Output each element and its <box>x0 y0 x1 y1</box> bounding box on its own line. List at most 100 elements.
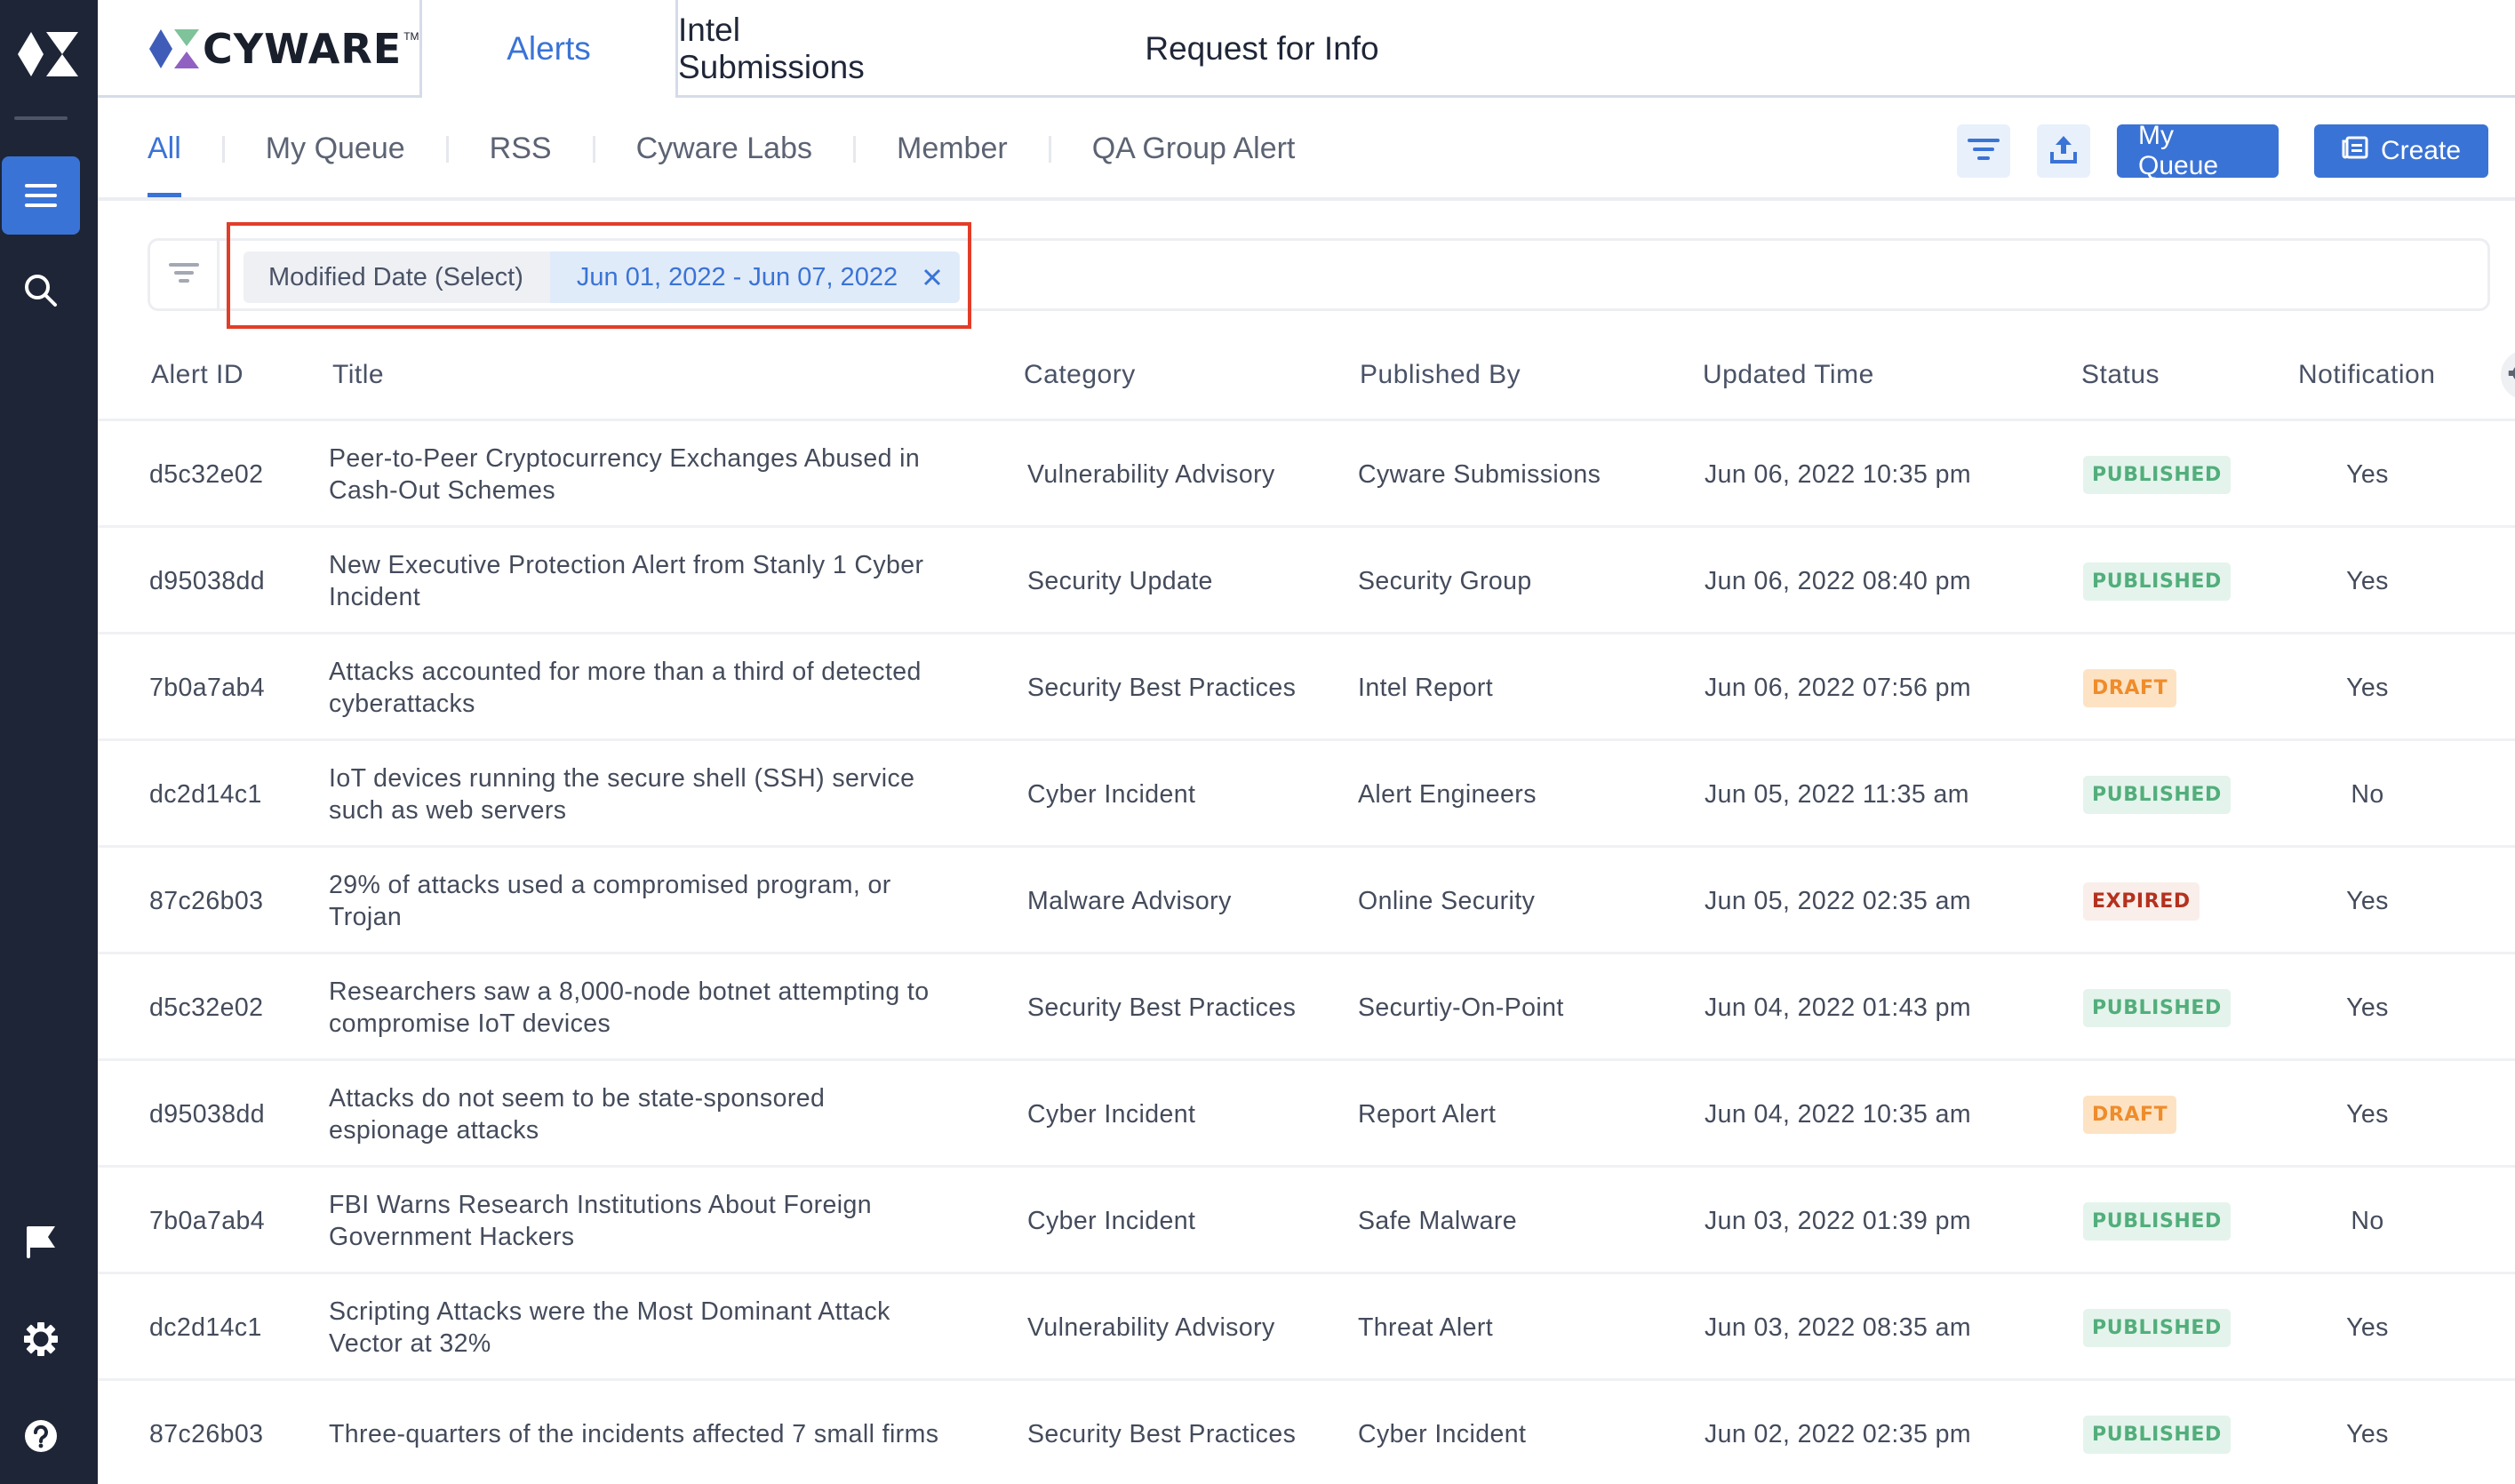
table-row[interactable]: 87c26b03 29% of attacks used a compromis… <box>98 848 2515 954</box>
alert-status: PUBLISHED <box>2083 1168 2231 1274</box>
alert-updated-time: Jun 06, 2022 10:35 pm <box>1705 459 1971 489</box>
table-row[interactable]: d95038dd New Executive Protection Alert … <box>98 528 2515 634</box>
alert-id[interactable]: d5c32e02 <box>149 954 263 1061</box>
alert-notification: Yes <box>2346 1099 2389 1129</box>
alert-id[interactable]: dc2d14c1 <box>149 1274 262 1381</box>
sidebar-item-settings[interactable] <box>2 1300 80 1378</box>
alert-title[interactable]: Scripting Attacks were the Most Dominant… <box>329 1274 951 1381</box>
filter-icon <box>168 261 199 289</box>
sidebar-item-flag[interactable] <box>2 1203 80 1281</box>
subtab-rss[interactable]: RSS <box>490 100 552 197</box>
table-row[interactable]: dc2d14c1 Scripting Attacks were the Most… <box>98 1274 2515 1381</box>
column-header-updated-time[interactable]: Updated Time <box>1703 329 1874 421</box>
sidebar <box>0 0 98 1484</box>
alert-id[interactable]: 7b0a7ab4 <box>149 634 265 741</box>
alert-status: DRAFT <box>2083 1061 2177 1168</box>
alert-title[interactable]: Peer-to-Peer Cryptocurrency Exchanges Ab… <box>329 421 951 528</box>
tab-alerts[interactable]: Alerts <box>422 0 675 100</box>
column-header-category[interactable]: Category <box>1024 329 1136 421</box>
status-badge: PUBLISHED <box>2083 455 2231 494</box>
table-row[interactable]: 7b0a7ab4 Attacks accounted for more than… <box>98 634 2515 741</box>
flag-icon <box>25 1225 57 1260</box>
table-row[interactable]: d5c32e02 Peer-to-Peer Cryptocurrency Exc… <box>98 421 2515 528</box>
alert-status: PUBLISHED <box>2083 1274 2231 1381</box>
cyware-logo-icon[interactable] <box>16 27 82 82</box>
alert-notification: No <box>2351 779 2384 809</box>
filter-chip-value[interactable]: Jun 01, 2022 - Jun 07, 2022 <box>549 251 961 303</box>
close-icon[interactable] <box>922 267 942 287</box>
column-header-title[interactable]: Title <box>332 329 384 421</box>
alert-title[interactable]: 29% of attacks used a compromised progra… <box>329 848 951 954</box>
alert-title[interactable]: New Executive Protection Alert from Stan… <box>329 528 951 634</box>
subtab-member[interactable]: Member <box>897 100 1008 197</box>
create-button[interactable]: Create <box>2314 124 2488 178</box>
status-badge: DRAFT <box>2083 668 2177 707</box>
tab-request-for-info[interactable]: Request for Info <box>1129 0 1395 98</box>
sidebar-item-help[interactable] <box>2 1397 80 1475</box>
alert-id[interactable]: d95038dd <box>149 528 265 634</box>
tab-divider <box>1048 135 1051 163</box>
alert-published-by: Safe Malware <box>1358 1206 1518 1235</box>
alert-id[interactable]: 87c26b03 <box>149 848 263 954</box>
subtab-all[interactable]: All <box>148 100 181 197</box>
alert-updated-time: Jun 05, 2022 11:35 am <box>1705 779 1969 809</box>
status-badge: EXPIRED <box>2083 882 2200 921</box>
alert-title[interactable]: FBI Warns Research Institutions About Fo… <box>329 1168 951 1274</box>
table-row[interactable]: 87c26b03 Three-quarters of the incidents… <box>98 1381 2515 1484</box>
alert-status: DRAFT <box>2083 634 2177 741</box>
column-header-alert-id[interactable]: Alert ID <box>151 329 244 421</box>
alert-id[interactable]: 7b0a7ab4 <box>149 1168 265 1274</box>
filter-button[interactable] <box>1957 124 2010 178</box>
column-header-status[interactable]: Status <box>2081 329 2160 421</box>
alert-published-by: Threat Alert <box>1358 1312 1494 1342</box>
table-row[interactable]: d95038dd Attacks do not seem to be state… <box>98 1061 2515 1168</box>
gear-icon <box>2508 360 2515 391</box>
status-badge: PUBLISHED <box>2083 1308 2231 1347</box>
alert-notification: Yes <box>2346 459 2389 489</box>
alert-title[interactable]: Researchers saw a 8,000-node botnet atte… <box>329 954 951 1061</box>
sidebar-item-search[interactable] <box>2 251 80 330</box>
cyware-brand-icon <box>149 29 199 68</box>
alert-id[interactable]: dc2d14c1 <box>149 741 262 848</box>
sidebar-item-menu[interactable] <box>2 156 80 235</box>
filter-chip-label: Modified Date (Select) <box>244 251 550 303</box>
filter-toggle[interactable] <box>150 241 220 308</box>
subtab-cyware-labs[interactable]: Cyware Labs <box>636 100 812 197</box>
filter-chip-modified-date[interactable]: Modified Date (Select) Jun 01, 2022 - Ju… <box>244 251 961 303</box>
column-header-published-by[interactable]: Published By <box>1360 329 1521 421</box>
table-body: d5c32e02 Peer-to-Peer Cryptocurrency Exc… <box>98 421 2515 1484</box>
alert-id[interactable]: d95038dd <box>149 1061 265 1168</box>
alert-category: Security Best Practices <box>1027 1419 1297 1448</box>
brand-logo[interactable]: CYWARE TM <box>98 0 422 98</box>
alert-title[interactable]: Attacks do not seem to be state-sponsore… <box>329 1061 951 1168</box>
alert-published-by: Online Security <box>1358 886 1536 915</box>
subtab-qa-group-alert[interactable]: QA Group Alert <box>1092 100 1296 197</box>
filter-chip-date-range: Jun 01, 2022 - Jun 07, 2022 <box>576 262 898 291</box>
alert-notification: Yes <box>2346 1312 2389 1342</box>
tab-intel-submissions[interactable]: Intel Submissions <box>675 0 928 98</box>
brand-name: CYWARE <box>203 25 403 73</box>
alert-id[interactable]: d5c32e02 <box>149 421 263 528</box>
table-row[interactable]: dc2d14c1 IoT devices running the secure … <box>98 741 2515 848</box>
top-navigation: CYWARE TM Alerts Intel Submissions Reque… <box>98 0 2515 100</box>
column-settings-button[interactable] <box>2501 350 2515 400</box>
my-queue-button[interactable]: My Queue <box>2117 121 2279 180</box>
alert-title[interactable]: Three-quarters of the incidents affected… <box>329 1381 951 1484</box>
create-button-label: Create <box>2380 136 2462 165</box>
sub-navigation: All My Queue RSS Cyware Labs Member QA G… <box>98 100 2515 201</box>
alert-published-by: Intel Report <box>1358 673 1494 702</box>
upload-icon <box>2049 134 2078 169</box>
alerts-table: Alert ID Title Category Published By Upd… <box>98 329 2515 1484</box>
column-header-notification[interactable]: Notification <box>2298 329 2435 421</box>
alert-status: PUBLISHED <box>2083 1381 2231 1484</box>
alert-id[interactable]: 87c26b03 <box>149 1381 263 1484</box>
alert-updated-time: Jun 02, 2022 02:35 pm <box>1705 1419 1971 1448</box>
export-button[interactable] <box>2037 124 2090 178</box>
table-row[interactable]: d5c32e02 Researchers saw a 8,000-node bo… <box>98 954 2515 1061</box>
hamburger-menu-icon <box>23 182 59 209</box>
table-row[interactable]: 7b0a7ab4 FBI Warns Research Institutions… <box>98 1168 2515 1274</box>
alert-title[interactable]: Attacks accounted for more than a third … <box>329 634 951 741</box>
alert-title[interactable]: IoT devices running the secure shell (SS… <box>329 741 951 848</box>
alert-published-by: Report Alert <box>1358 1099 1497 1129</box>
subtab-my-queue[interactable]: My Queue <box>266 100 405 197</box>
